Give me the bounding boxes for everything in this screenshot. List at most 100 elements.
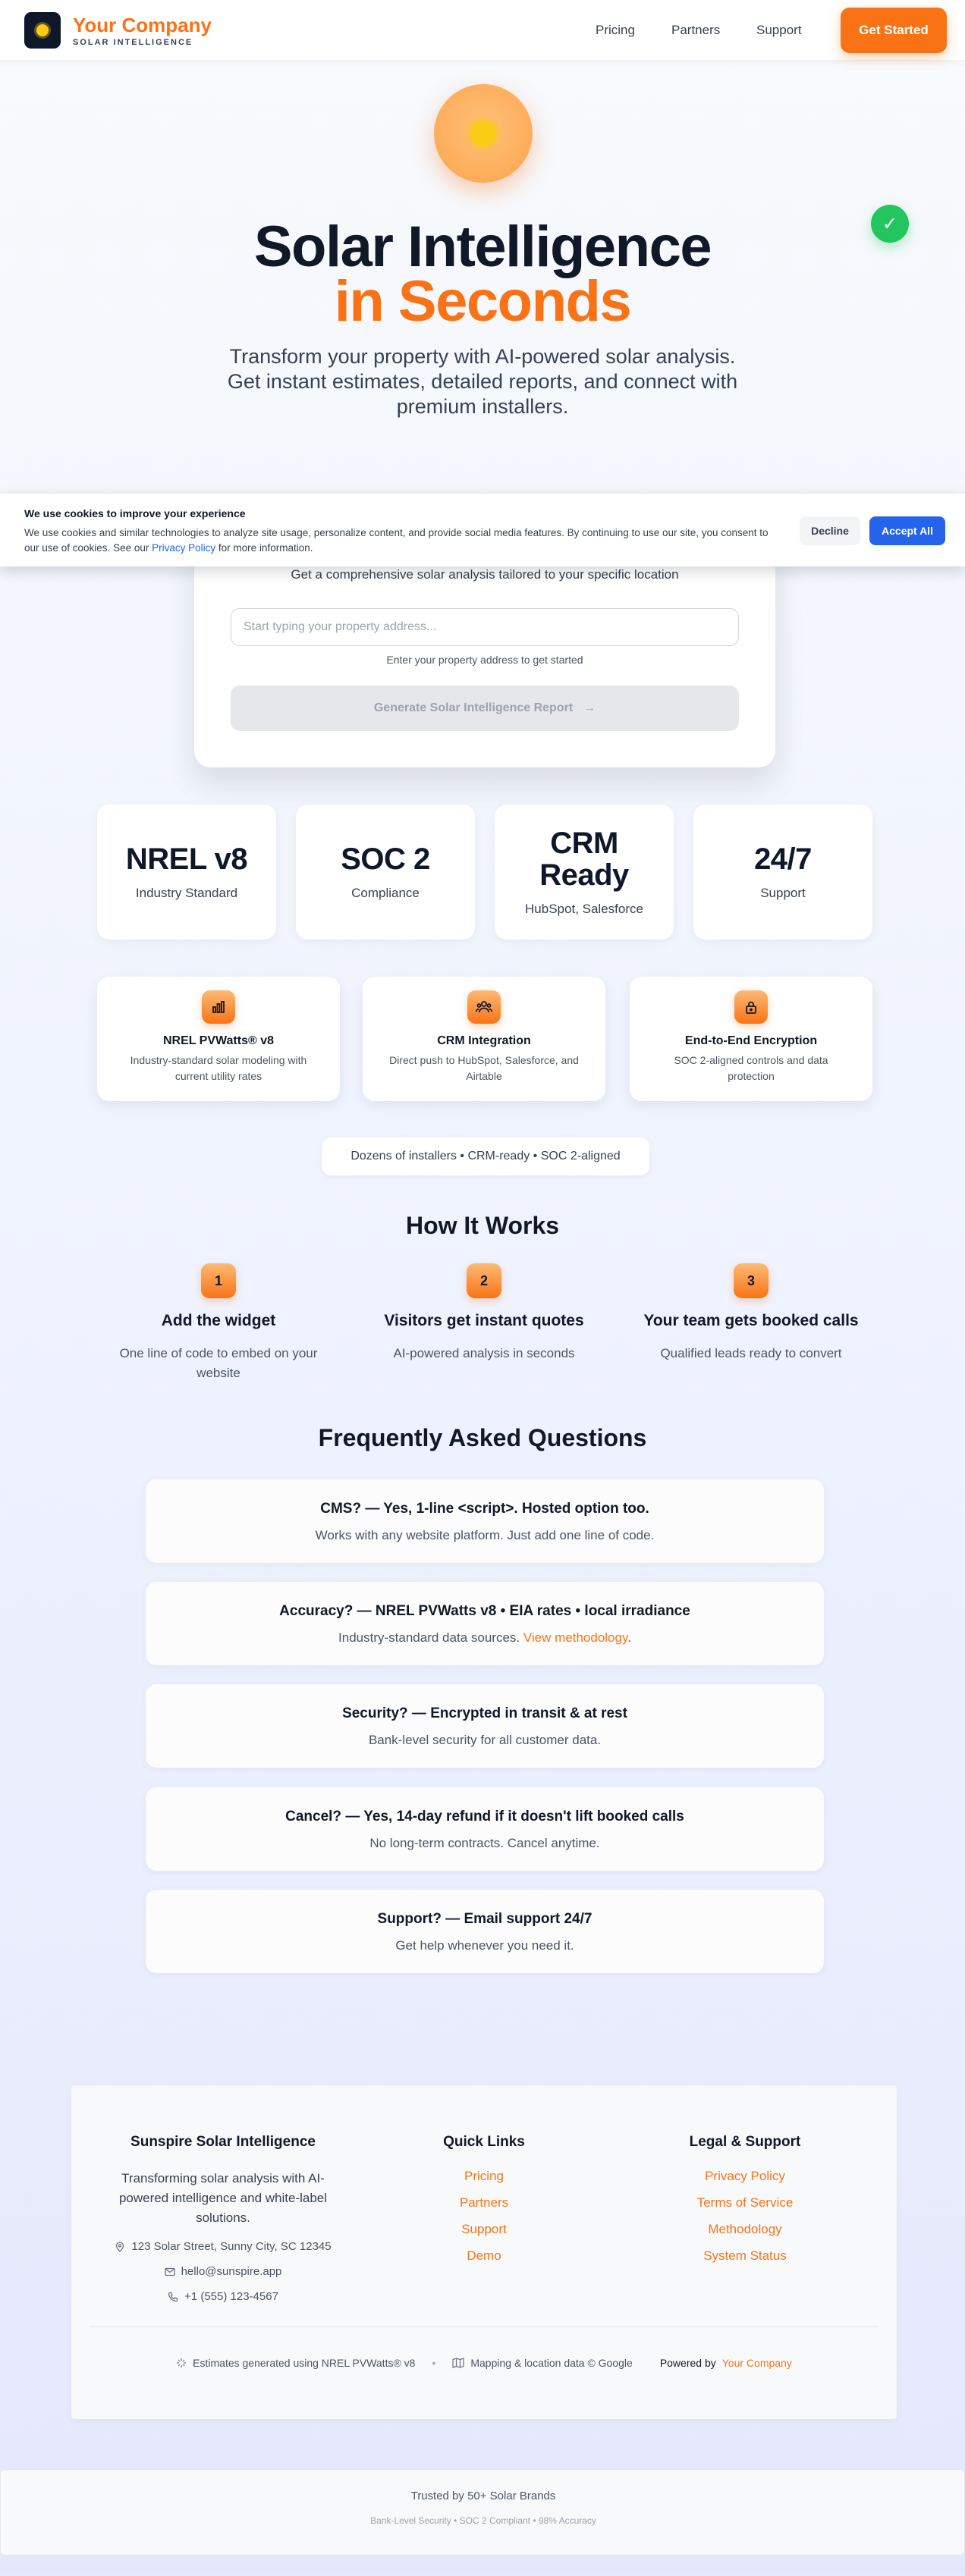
footer-link-partners[interactable]: Partners: [363, 2195, 605, 2210]
footer-powered-brand[interactable]: Your Company: [722, 2357, 792, 2369]
trust-title: Trusted by 50+ Solar Brands: [410, 2490, 556, 2502]
stat-label: Industry Standard: [135, 886, 238, 900]
stat-label: HubSpot, Salesforce: [525, 902, 643, 916]
faq-answer: Bank-level security for all customer dat…: [368, 1733, 602, 1747]
stat-value: NREL v8: [125, 842, 248, 876]
hero-title-accent: in Seconds: [334, 269, 632, 334]
footer-company-name: Sunspire Solar Intelligence: [130, 2134, 316, 2150]
privacy-policy-link[interactable]: Privacy Policy: [152, 542, 215, 554]
step-card: 2 Visitors get instant quotes AI-powered…: [363, 1263, 605, 1363]
faq-answer: Get help whenever you need it.: [395, 1938, 574, 1953]
feature-desc: Industry-standard solar modeling with cu…: [130, 1054, 307, 1082]
generate-report-label: Generate Solar Intelligence Report: [373, 701, 574, 714]
footer-link-support[interactable]: Support: [363, 2222, 605, 2237]
footer-email-text: hello@sunspire.app: [181, 2265, 282, 2278]
decline-button[interactable]: Decline: [800, 516, 860, 545]
feature-desc: Direct push to HubSpot, Salesforce, and …: [389, 1054, 579, 1082]
footer-quick-links: Quick Links Pricing Partners Support Dem…: [363, 2134, 605, 2264]
nav-partners[interactable]: Partners: [671, 23, 720, 38]
get-started-button[interactable]: Get Started: [841, 8, 947, 53]
stat-value: 24/7: [754, 842, 812, 876]
stat-card: NREL v8 Industry Standard: [97, 805, 276, 940]
nav-support[interactable]: Support: [756, 23, 802, 38]
feature-card: NREL PVWatts® v8 Industry-standard solar…: [97, 977, 340, 1101]
faq-answer: No long-term contracts. Cancel anytime.: [369, 1836, 600, 1850]
methodology-link[interactable]: View methodology: [523, 1630, 627, 1645]
footer-email[interactable]: hello@sunspire.app: [102, 2265, 344, 2278]
form-subtitle: Get a comprehensive solar analysis tailo…: [291, 567, 679, 582]
footer-link-status[interactable]: System Status: [624, 2248, 866, 2264]
sun-icon: [470, 121, 496, 146]
faq-item[interactable]: Security? — Encrypted in transit & at re…: [146, 1684, 824, 1768]
step-title: Your team gets booked calls: [643, 1312, 859, 1329]
sun-hero-icon: [434, 84, 533, 183]
cookie-body-end: for more information.: [218, 542, 313, 554]
arrow-right-icon: →: [583, 701, 596, 714]
faq-item[interactable]: Cancel? — Yes, 14-day refund if it doesn…: [146, 1787, 824, 1871]
faq-answer: Industry-standard data sources. View met…: [146, 1630, 824, 1646]
how-it-works-title: How It Works: [405, 1212, 560, 1239]
faq-answer-text: Industry-standard data sources.: [338, 1630, 520, 1645]
footer-link-methodology[interactable]: Methodology: [624, 2222, 866, 2237]
logo[interactable]: [24, 12, 61, 49]
mail-icon: [164, 2267, 175, 2276]
feature-title: NREL PVWatts® v8: [162, 1034, 275, 1047]
cookie-text: We use cookies and similar technologies …: [24, 526, 775, 556]
footer-quick-links-title: Quick Links: [443, 2134, 525, 2150]
cookie-body: We use cookies and similar technologies …: [24, 527, 769, 554]
faq-title: Frequently Asked Questions: [318, 1424, 647, 1451]
footer-powered-text: Powered by: [659, 2357, 716, 2369]
address-input[interactable]: [231, 608, 739, 646]
step-number: 2: [467, 1263, 501, 1298]
footer-link-pricing[interactable]: Pricing: [363, 2169, 605, 2184]
site-header: Your Company SOLAR INTELLIGENCE Pricing …: [0, 0, 965, 61]
trust-pill: Dozens of installers • CRM-ready • SOC 2…: [322, 1137, 649, 1175]
phone-icon: [168, 2292, 178, 2301]
faq-item[interactable]: Support? — Email support 24/7 Get help w…: [146, 1890, 824, 1973]
faq-question: CMS? — Yes, 1-line <script>. Hosted opti…: [320, 1501, 649, 1517]
faq-question: Accuracy? — NREL PVWatts v8 • EIA rates …: [279, 1603, 690, 1619]
stat-label: Support: [760, 886, 806, 900]
stat-card: SOC 2 Compliance: [296, 805, 475, 940]
trust-subtitle: Bank-Level Security • SOC 2 Compliant • …: [370, 2515, 596, 2526]
nav-pricing[interactable]: Pricing: [596, 23, 635, 38]
trust-strip: Trusted by 50+ Solar Brands Bank-Level S…: [0, 2469, 965, 2556]
footer-link-privacy[interactable]: Privacy Policy: [624, 2169, 866, 2184]
sparkle-icon: [177, 2358, 187, 2367]
footer-separator: •: [432, 2357, 436, 2369]
faq-item[interactable]: CMS? — Yes, 1-line <script>. Hosted opti…: [146, 1479, 824, 1563]
faq-item[interactable]: Accuracy? — NREL PVWatts v8 • EIA rates …: [146, 1582, 824, 1665]
feature-title: CRM Integration: [437, 1034, 531, 1047]
step-title: Add the widget: [161, 1312, 276, 1329]
cookie-title: We use cookies to improve your experienc…: [24, 507, 246, 519]
team-icon: [467, 990, 501, 1024]
step-card: 1 Add the widget One line of code to emb…: [97, 1263, 340, 1383]
footer-link-terms[interactable]: Terms of Service: [624, 2195, 866, 2210]
footer-company-col: Sunspire Solar Intelligence Transforming…: [102, 2134, 344, 2303]
stat-card: 24/7 Support: [693, 805, 872, 940]
footer-link-demo[interactable]: Demo: [363, 2248, 605, 2264]
accept-all-button[interactable]: Accept All: [869, 516, 945, 545]
lock-icon: [734, 990, 768, 1024]
hero-subtitle: Transform your property with AI-powered …: [227, 345, 738, 418]
generate-report-button[interactable]: Generate Solar Intelligence Report →: [231, 686, 739, 731]
footer-phone[interactable]: +1 (555) 123-4567: [102, 2290, 344, 2303]
footer-desc: Transforming solar analysis with AI-powe…: [118, 2171, 328, 2225]
feature-desc: SOC 2-aligned controls and data protecti…: [674, 1054, 828, 1082]
brand-name[interactable]: Your Company: [73, 14, 212, 37]
faq-answer: Works with any website platform. Just ad…: [315, 1528, 655, 1542]
stat-card: CRM Ready HubSpot, Salesforce: [495, 805, 674, 940]
step-desc: AI-powered analysis in seconds: [393, 1346, 575, 1360]
site-footer: Sunspire Solar Intelligence Transforming…: [71, 2085, 897, 2419]
address-hint: Enter your property address to get start…: [386, 654, 583, 666]
step-card: 3 Your team gets booked calls Qualified …: [630, 1263, 872, 1363]
footer-address: 123 Solar Street, Sunny City, SC 12345: [102, 2240, 344, 2253]
step-desc: Qualified leads ready to convert: [660, 1346, 842, 1360]
footer-estimates: Estimates generated using NREL PVWatts® …: [176, 2357, 415, 2369]
footer-powered-by: Powered by Your Company: [660, 2357, 792, 2369]
step-title: Visitors get instant quotes: [384, 1312, 584, 1329]
step-number: 1: [201, 1263, 236, 1298]
footer-legal-title: Legal & Support: [689, 2134, 801, 2150]
stat-value: CRM Ready: [539, 827, 629, 892]
footer-mapping: Mapping & location data © Google: [452, 2357, 633, 2369]
